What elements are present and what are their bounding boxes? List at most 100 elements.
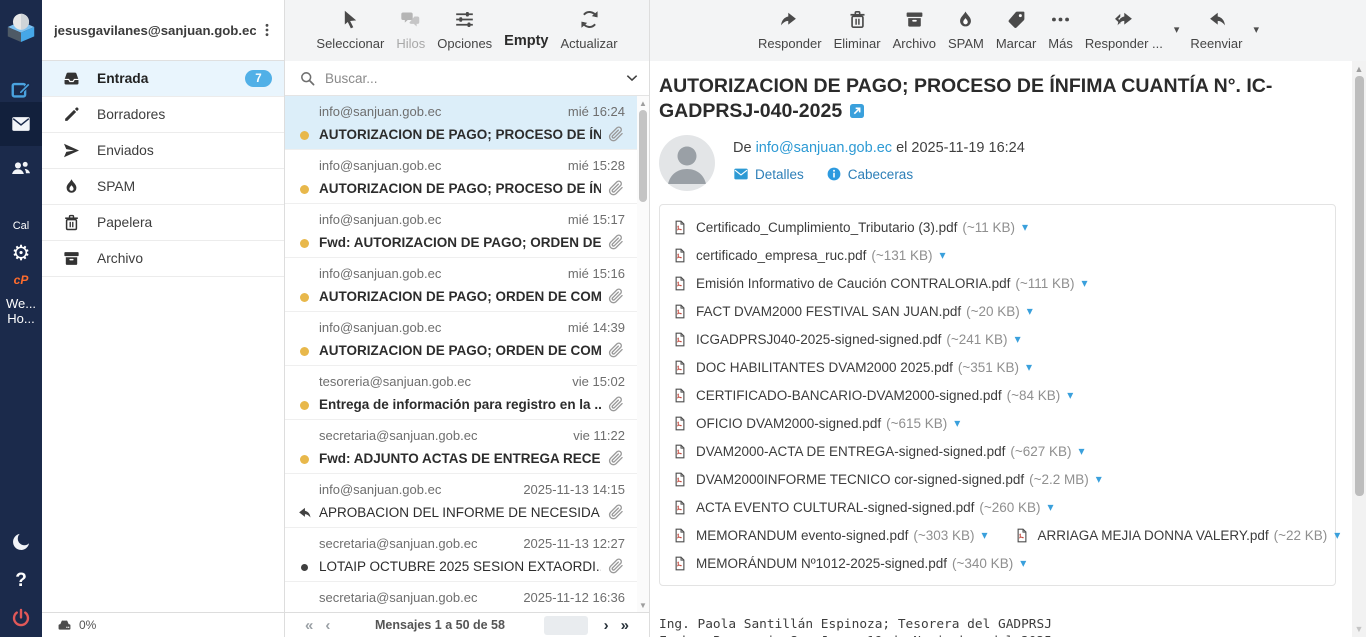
attachment-item[interactable]: ARRIAGA MEJIA DONNA VALERY.pdf(~22 KB)▾ (1014, 526, 1341, 545)
msg-m-s-button[interactable]: Más (1042, 9, 1079, 51)
scroll-down-icon[interactable]: ▼ (1352, 623, 1366, 635)
list-empty-button[interactable]: Empty (498, 9, 554, 49)
attachment-dropdown-caret[interactable]: ▾ (1026, 360, 1032, 374)
scroll-up-icon[interactable]: ▲ (637, 98, 649, 108)
folder-item-archivo[interactable]: Archivo (42, 241, 284, 277)
prev-page-button[interactable]: ‹ (319, 617, 336, 634)
message-subject: AUTORIZACION DE PAGO; PROCESO DE ÍN... (319, 127, 601, 142)
folder-item-spam[interactable]: SPAM (42, 169, 284, 205)
attachment-item[interactable]: FACT DVAM2000 FESTIVAL SAN JUAN.pdf(~20 … (672, 302, 1033, 321)
message-row[interactable]: info@sanjuan.gob.ecmié 15:16 AUTORIZACIO… (285, 258, 649, 312)
attachment-item[interactable]: MEMORANDUM evento-signed.pdf(~303 KB)▾ (672, 526, 988, 545)
attachment-item[interactable]: DOC HABILITANTES DVAM2000 2025.pdf(~351 … (672, 358, 1032, 377)
attachment-item[interactable]: ICGADPRSJ040-2025-signed-signed.pdf(~241… (672, 330, 1021, 349)
msg-responder-button[interactable]: Responder (752, 9, 828, 51)
attachment-item[interactable]: Emisión Informativo de Caución CONTRALOR… (672, 274, 1088, 293)
last-page-button[interactable]: » (615, 617, 635, 634)
message-subject: AUTORIZACION DE PAGO; PROCESO DE ÍNFIMA … (659, 74, 1307, 124)
attachment-dropdown-caret[interactable]: ▾ (1022, 220, 1028, 234)
attachment-dropdown-caret[interactable]: ▾ (940, 248, 946, 262)
sender-email-link[interactable]: info@sanjuan.gob.ec (756, 140, 892, 156)
webmail-home-task-button[interactable]: We... Ho... (0, 294, 42, 328)
folder-item-entrada[interactable]: Entrada7 (42, 61, 284, 97)
msg-eliminar-button[interactable]: Eliminar (828, 9, 887, 51)
attachment-dropdown-caret[interactable]: ▾ (1082, 276, 1088, 290)
list-scrollbar[interactable]: ▲ ▼ (637, 96, 649, 612)
message-scrollbar[interactable]: ▲ ▼ (1352, 61, 1366, 637)
message-row[interactable]: secretaria@sanjuan.gob.ec2025-11-13 12:2… (285, 528, 649, 582)
attachment-dropdown-caret[interactable]: ▾ (982, 528, 988, 542)
message-signature: Ing. Paola Santillán Espinoza; Tesorera … (659, 616, 1346, 637)
responder-dropdown-caret[interactable]: ▾ (1169, 23, 1185, 36)
message-row[interactable]: info@sanjuan.gob.ec2025-11-13 14:15 APRO… (285, 474, 649, 528)
help-button[interactable]: ? (0, 566, 42, 596)
person-icon (659, 135, 715, 191)
calendar-task-button[interactable]: Cal (0, 218, 42, 234)
mail-task-button[interactable] (0, 102, 42, 146)
msg-responder-button[interactable]: Responder ... (1079, 9, 1169, 51)
taskbar: Cal ⚙ cP We... Ho... ? (0, 0, 42, 637)
unread-dot (300, 293, 309, 302)
message-row[interactable]: info@sanjuan.gob.ecmié 15:28 AUTORIZACIO… (285, 150, 649, 204)
cpanel-task-button[interactable]: cP (0, 272, 42, 288)
dark-mode-button[interactable] (0, 526, 42, 558)
reenviar-dropdown-caret[interactable]: ▾ (1248, 23, 1264, 36)
pointer-icon (340, 9, 361, 30)
folder-item-borradores[interactable]: Borradores (42, 97, 284, 133)
attachment-dropdown-caret[interactable]: ▾ (1020, 556, 1026, 570)
account-menu-button[interactable] (256, 18, 278, 42)
attachment-item[interactable]: DVAM2000INFORME TECNICO cor-signed-signe… (672, 470, 1102, 489)
first-page-button[interactable]: « (299, 617, 319, 634)
home-label-2: Ho... (7, 311, 34, 326)
message-row[interactable]: tesoreria@sanjuan.gob.ecvie 15:02 Entreg… (285, 366, 649, 420)
message-row[interactable]: info@sanjuan.gob.ecmié 16:24 AUTORIZACIO… (285, 96, 649, 150)
attachment-dropdown-caret[interactable]: ▾ (1079, 444, 1085, 458)
list-actualizar-button[interactable]: Actualizar (555, 9, 624, 51)
attachment-dropdown-caret[interactable]: ▾ (1067, 388, 1073, 402)
cpanel-logo: cP (14, 273, 29, 287)
open-in-new-window-icon[interactable] (849, 103, 865, 119)
paperclip-icon (607, 503, 625, 521)
list-scrollbar-thumb[interactable] (639, 110, 647, 202)
attachment-item[interactable]: OFICIO DVAM2000-signed.pdf(~615 KB)▾ (672, 414, 960, 433)
page-input[interactable] (544, 616, 588, 635)
logout-button[interactable] (0, 602, 42, 634)
attachment-item[interactable]: certificado_empresa_ruc.pdf(~131 KB)▾ (672, 246, 946, 265)
contacts-task-button[interactable] (0, 152, 42, 184)
attachment-item[interactable]: Certificado_Cumplimiento_Tributario (3).… (672, 218, 1028, 237)
folder-item-papelera[interactable]: Papelera (42, 205, 284, 241)
archive-icon (904, 9, 925, 30)
search-options-chevron-icon[interactable] (625, 71, 639, 85)
msg-marcar-button[interactable]: Marcar (990, 9, 1042, 51)
attachment-dropdown-caret[interactable]: ▾ (954, 416, 960, 430)
search-input[interactable] (325, 71, 625, 86)
message-row[interactable]: secretaria@sanjuan.gob.ecvie 11:22 Fwd: … (285, 420, 649, 474)
msg-spam-button[interactable]: SPAM (942, 9, 990, 51)
msg-reenviar-button[interactable]: Reenviar (1184, 9, 1248, 51)
attachment-dropdown-caret[interactable]: ▾ (1096, 472, 1102, 486)
details-link[interactable]: Detalles (733, 166, 804, 182)
attachment-item[interactable]: DVAM2000-ACTA DE ENTREGA-signed-signed.p… (672, 442, 1085, 461)
scroll-up-icon[interactable]: ▲ (1352, 63, 1366, 75)
message-row[interactable]: info@sanjuan.gob.ecmié 14:39 AUTORIZACIO… (285, 312, 649, 366)
message-scrollbar-thumb[interactable] (1355, 76, 1364, 496)
settings-task-button[interactable]: ⚙ (0, 238, 42, 268)
attachment-item[interactable]: MEMORÁNDUM Nº1012-2025-signed.pdf(~340 K… (672, 554, 1026, 573)
attachment-item[interactable]: CERTIFICADO-BANCARIO-DVAM2000-signed.pdf… (672, 386, 1073, 405)
attachment-dropdown-caret[interactable]: ▾ (1027, 304, 1033, 318)
attachment-dropdown-caret[interactable]: ▾ (1048, 500, 1054, 514)
next-page-button[interactable]: › (598, 617, 615, 634)
message-row[interactable]: secretaria@sanjuan.gob.ec2025-11-12 16:3… (285, 582, 649, 612)
message-body-area: AUTORIZACION DE PAGO; PROCESO DE ÍNFIMA … (650, 61, 1366, 637)
list-hilos-button[interactable]: Hilos (390, 9, 431, 51)
message-row[interactable]: info@sanjuan.gob.ecmié 15:17 Fwd: AUTORI… (285, 204, 649, 258)
headers-link[interactable]: Cabeceras (826, 166, 913, 182)
attachment-item[interactable]: ACTA EVENTO CULTURAL-signed-signed.pdf(~… (672, 498, 1054, 517)
list-opciones-button[interactable]: Opciones (431, 9, 498, 51)
attachment-dropdown-caret[interactable]: ▾ (1334, 528, 1340, 542)
list-seleccionar-button[interactable]: Seleccionar (310, 9, 390, 51)
attachment-dropdown-caret[interactable]: ▾ (1015, 332, 1021, 346)
scroll-down-icon[interactable]: ▼ (637, 600, 649, 610)
msg-archivo-button[interactable]: Archivo (887, 9, 942, 51)
folder-item-enviados[interactable]: Enviados (42, 133, 284, 169)
